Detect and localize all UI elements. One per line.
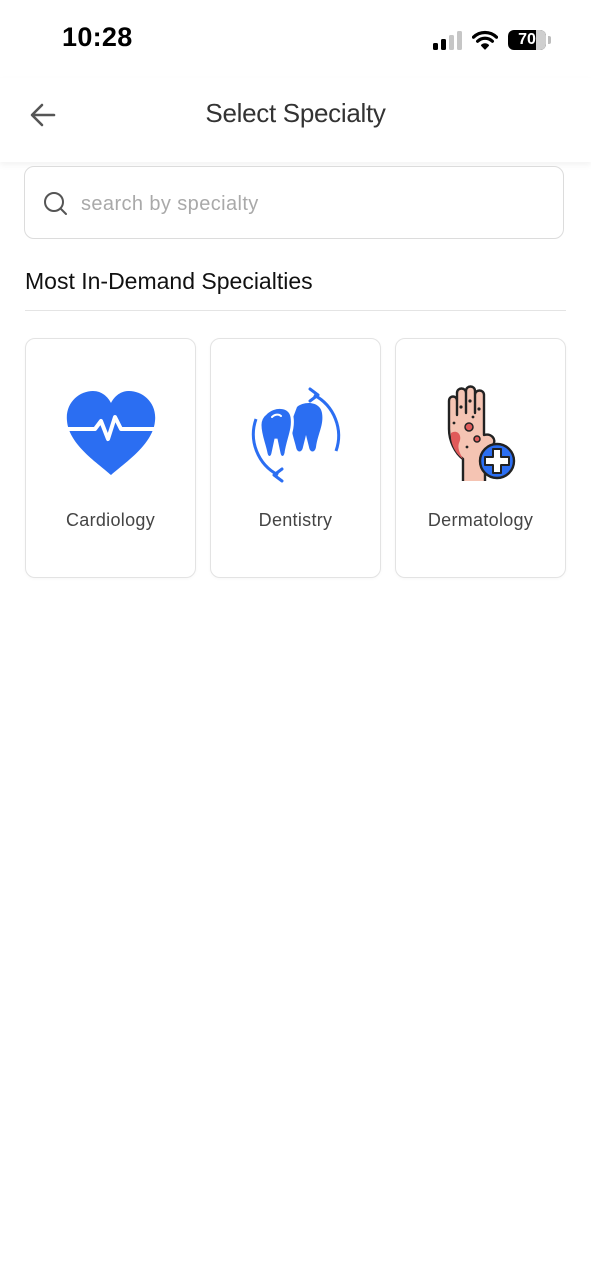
specialty-card-dermatology[interactable]: Dermatology: [395, 338, 566, 578]
header: Select Specialty: [0, 78, 591, 162]
heart-pulse-icon: [65, 391, 157, 475]
section-title: Most In-Demand Specialties: [25, 268, 313, 294]
section-divider: [25, 310, 566, 311]
status-bar: 10:28 70: [0, 0, 591, 78]
teeth-icon: [251, 387, 341, 483]
wifi-icon: [472, 30, 498, 50]
search-box[interactable]: [24, 166, 564, 239]
status-icons: 70: [433, 27, 551, 53]
battery-level: 70: [518, 31, 536, 48]
specialty-label: Dermatology: [427, 510, 534, 530]
specialty-card-cardiology[interactable]: Cardiology: [25, 338, 196, 578]
search-icon: [44, 192, 67, 215]
battery-icon: 70: [508, 30, 546, 50]
status-time: 10:28: [62, 22, 133, 52]
skin-hand-icon: [447, 385, 516, 481]
battery-cap: [548, 36, 551, 44]
specialty-label: Dentistry: [258, 510, 333, 530]
cellular-signal-icon: [433, 30, 462, 50]
specialty-label: Cardiology: [65, 510, 156, 530]
screen: 10:28 70 Select Specialty search by spec…: [0, 0, 591, 1280]
specialty-card-dentistry[interactable]: Dentistry: [210, 338, 381, 578]
page-title: Select Specialty: [205, 98, 386, 128]
specialty-grid: Cardiology Dentistry Dermatology: [25, 338, 566, 578]
search-input[interactable]: [79, 183, 543, 225]
